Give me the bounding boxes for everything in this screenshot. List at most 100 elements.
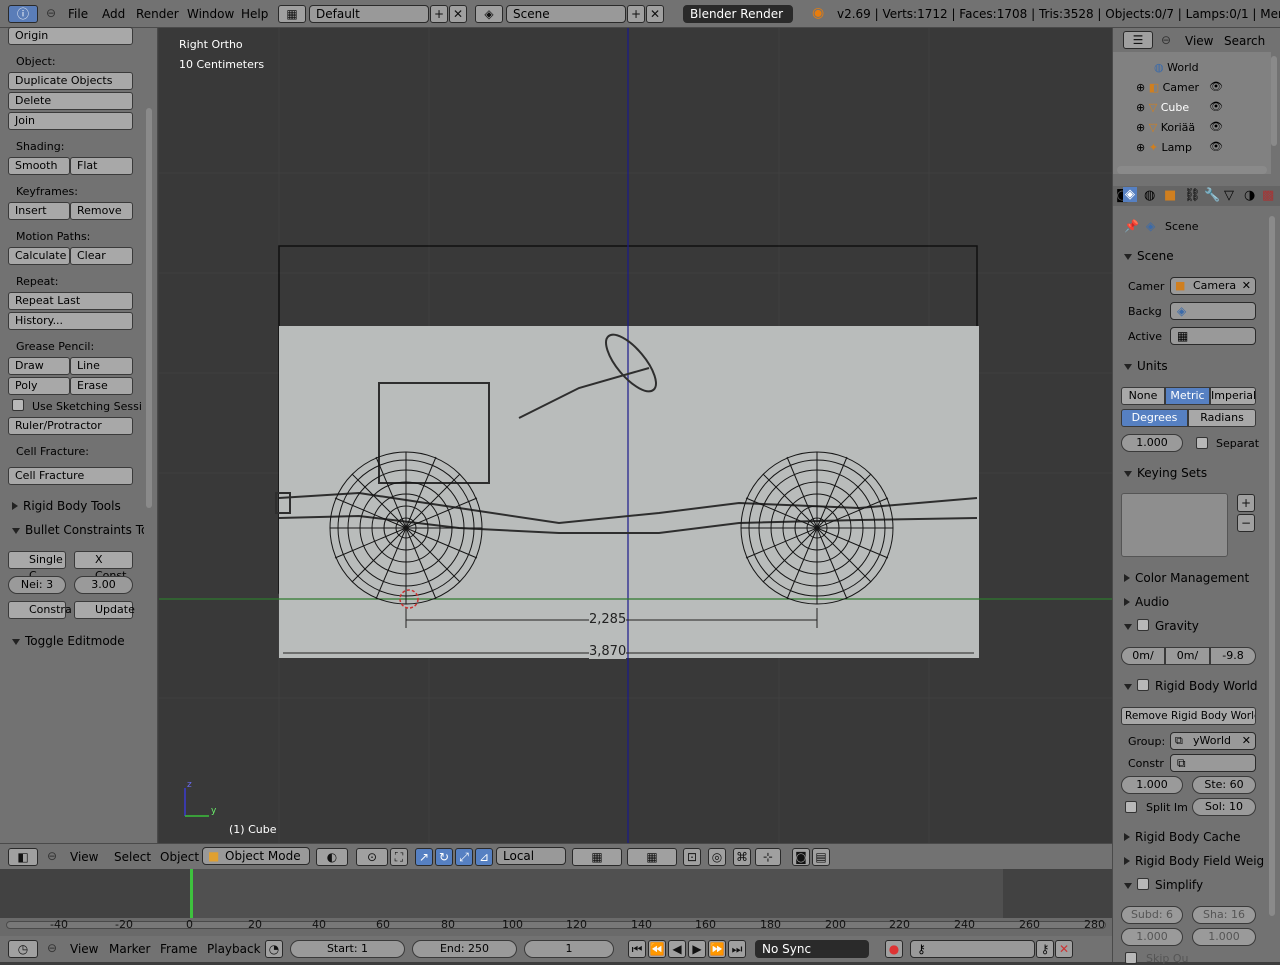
outliner-item-lamp[interactable]: ⊕ ✦ Lamp [1136,141,1192,154]
timeline-scroll[interactable] [6,921,1106,929]
scene-section-header[interactable]: Scene [1124,249,1174,263]
lock-layer-icon[interactable]: ⊡ [683,848,701,866]
constraints-tab-icon[interactable]: ⛓ [1184,188,1201,203]
3d-viewport[interactable]: Right Ortho 10 Centimeters z y (1) Cube … [159,28,1112,843]
screen-layout-field[interactable]: Default [309,5,429,23]
end-frame-field[interactable]: End: 250 [412,940,517,958]
delete-key-icon[interactable]: ✕ [1055,940,1073,958]
erase-button[interactable]: Erase [70,377,133,395]
use-sketching-checkbox[interactable] [12,399,24,411]
snap-magnet-icon[interactable]: ⌘ [733,848,751,866]
background-set-field[interactable]: ◈ [1170,302,1256,320]
join-button[interactable]: Join [8,112,133,130]
pin-icon[interactable]: 📌 [1124,219,1139,233]
calculate-button[interactable]: Calculate [8,247,70,265]
gravity-section-header[interactable]: Gravity [1124,619,1199,633]
units-none-button[interactable]: None [1121,387,1165,405]
jump-start-icon[interactable]: ⏮ [628,940,646,958]
rotate-icon[interactable]: ↻ [435,848,453,866]
cell-fracture-button[interactable]: Cell Fracture [8,467,133,485]
menu-window[interactable]: Window [187,7,234,21]
menu-view[interactable]: View [70,942,98,956]
add-keying-set-icon[interactable]: + [1237,494,1255,512]
visibility-eye-icon[interactable]: 👁 [1209,100,1223,113]
current-frame-marker[interactable] [190,869,193,918]
x-const-button[interactable]: X Const [74,551,133,582]
modifiers-tab-icon[interactable]: 🔧 [1204,188,1220,203]
update-button[interactable]: Update [74,601,135,619]
insert-keyframe-button[interactable]: Insert [8,202,70,220]
material-tab-icon[interactable]: ◑ [1244,188,1255,203]
repeat-last-button[interactable]: Repeat Last [8,292,133,310]
render-icon[interactable]: ◙ [792,848,810,866]
menu-frame[interactable]: Frame [160,942,197,956]
outliner-search-menu[interactable]: Search [1224,34,1265,48]
group-field[interactable]: ⧉ yWorld ✕ [1170,732,1256,750]
collapse-icon[interactable]: ⊖ [47,941,57,955]
add-scene-icon[interactable]: + [627,5,645,23]
pivot-icon[interactable]: ⊙ [356,848,388,866]
keying-sets-list[interactable] [1121,493,1228,557]
menu-render[interactable]: Render [136,7,179,21]
history-button[interactable]: History... [8,312,133,330]
delete-button[interactable]: Delete [8,92,133,110]
unit-scale-field[interactable]: 1.000 [1121,434,1183,452]
steps-field[interactable]: Ste: 60 [1192,776,1256,794]
collapse-icon[interactable]: ⊖ [1161,33,1171,47]
play-icon[interactable]: ▶ [688,940,706,958]
transform-orientation-dropdown[interactable]: Local [496,847,566,865]
rigid-body-world-section-header[interactable]: Rigid Body World [1124,679,1258,693]
split-impulse-checkbox[interactable] [1125,801,1137,813]
menu-file[interactable]: File [68,7,88,21]
preview-range-icon[interactable]: ◔ [265,940,283,958]
menu-marker[interactable]: Marker [109,942,150,956]
proportional-edit-icon[interactable]: ◎ [708,848,726,866]
remove-keyframe-button[interactable]: Remove [70,202,133,220]
layout-grid-icon[interactable]: ▦ [278,5,306,23]
toolshelf-scrollbar[interactable] [146,108,152,508]
viewport-shading-icon[interactable]: ◐ [316,848,348,866]
animation-render-icon[interactable]: ▤ [812,848,830,866]
outliner-editor-icon[interactable]: ☰ [1123,31,1153,49]
origin-button[interactable]: Origin [8,27,133,45]
editor-type-info-button[interactable]: ⓘ [8,5,38,23]
ruler-protractor-button[interactable]: Ruler/Protractor [8,417,133,435]
smooth-button[interactable]: Smooth [8,157,70,175]
rigid-body-world-checkbox[interactable] [1137,679,1149,691]
units-metric-button[interactable]: Metric [1165,387,1210,405]
menu-object[interactable]: Object [160,850,199,864]
line-button[interactable]: Line [70,357,133,375]
snap-element-icon[interactable]: ⊹ [755,848,781,866]
current-frame-field[interactable]: 1 [524,940,614,958]
3d-view-editor-icon[interactable]: ◧ [8,848,38,866]
texture-tab-icon[interactable]: ▩ [1262,188,1274,203]
bullet-constraints-panel[interactable]: Bullet Constraints To [12,523,144,537]
gravity-z-field[interactable]: -9.8 [1210,647,1256,665]
remove-rigid-body-world-button[interactable]: Remove Rigid Body World [1121,707,1256,725]
snap-icon[interactable]: ⊿ [475,848,493,866]
value-300-field[interactable]: 3.00 [74,576,133,594]
keying-set-field[interactable]: ⚷ [910,940,1035,958]
timeline-editor-icon[interactable]: ◷ [8,940,38,958]
prev-keyframe-icon[interactable]: ⏪ [648,940,666,958]
layers-grid-2[interactable]: ▦ [627,848,677,866]
jump-end-icon[interactable]: ⏭ [728,940,746,958]
clear-icon[interactable]: ✕ [1242,278,1251,294]
shadow-samples-field[interactable]: Sha: 16 [1192,906,1256,924]
data-tab-icon[interactable]: ▽ [1224,188,1234,203]
insert-key-icon[interactable]: ⚷ [1036,940,1054,958]
manipulator-icon[interactable]: ⛶ [390,848,408,866]
remove-scene-icon[interactable]: ✕ [646,5,664,23]
visibility-eye-icon[interactable]: 👁 [1209,140,1223,153]
degrees-button[interactable]: Degrees [1121,409,1188,427]
gravity-checkbox[interactable] [1137,619,1149,631]
render-engine-dropdown[interactable]: Blender Render [683,5,793,23]
rigid-body-field-weights-section-header[interactable]: Rigid Body Field Weigh [1124,854,1264,868]
menu-help[interactable]: Help [241,7,268,21]
mode-dropdown[interactable]: ■ Object Mode [202,847,310,865]
draw-button[interactable]: Draw [8,357,70,375]
speed-field[interactable]: 1.000 [1121,776,1183,794]
active-clip-field[interactable]: ▦ [1170,327,1256,345]
constraints-field[interactable]: ⧉ [1170,754,1256,772]
ao-sss-field[interactable]: 1.000 [1192,928,1256,946]
